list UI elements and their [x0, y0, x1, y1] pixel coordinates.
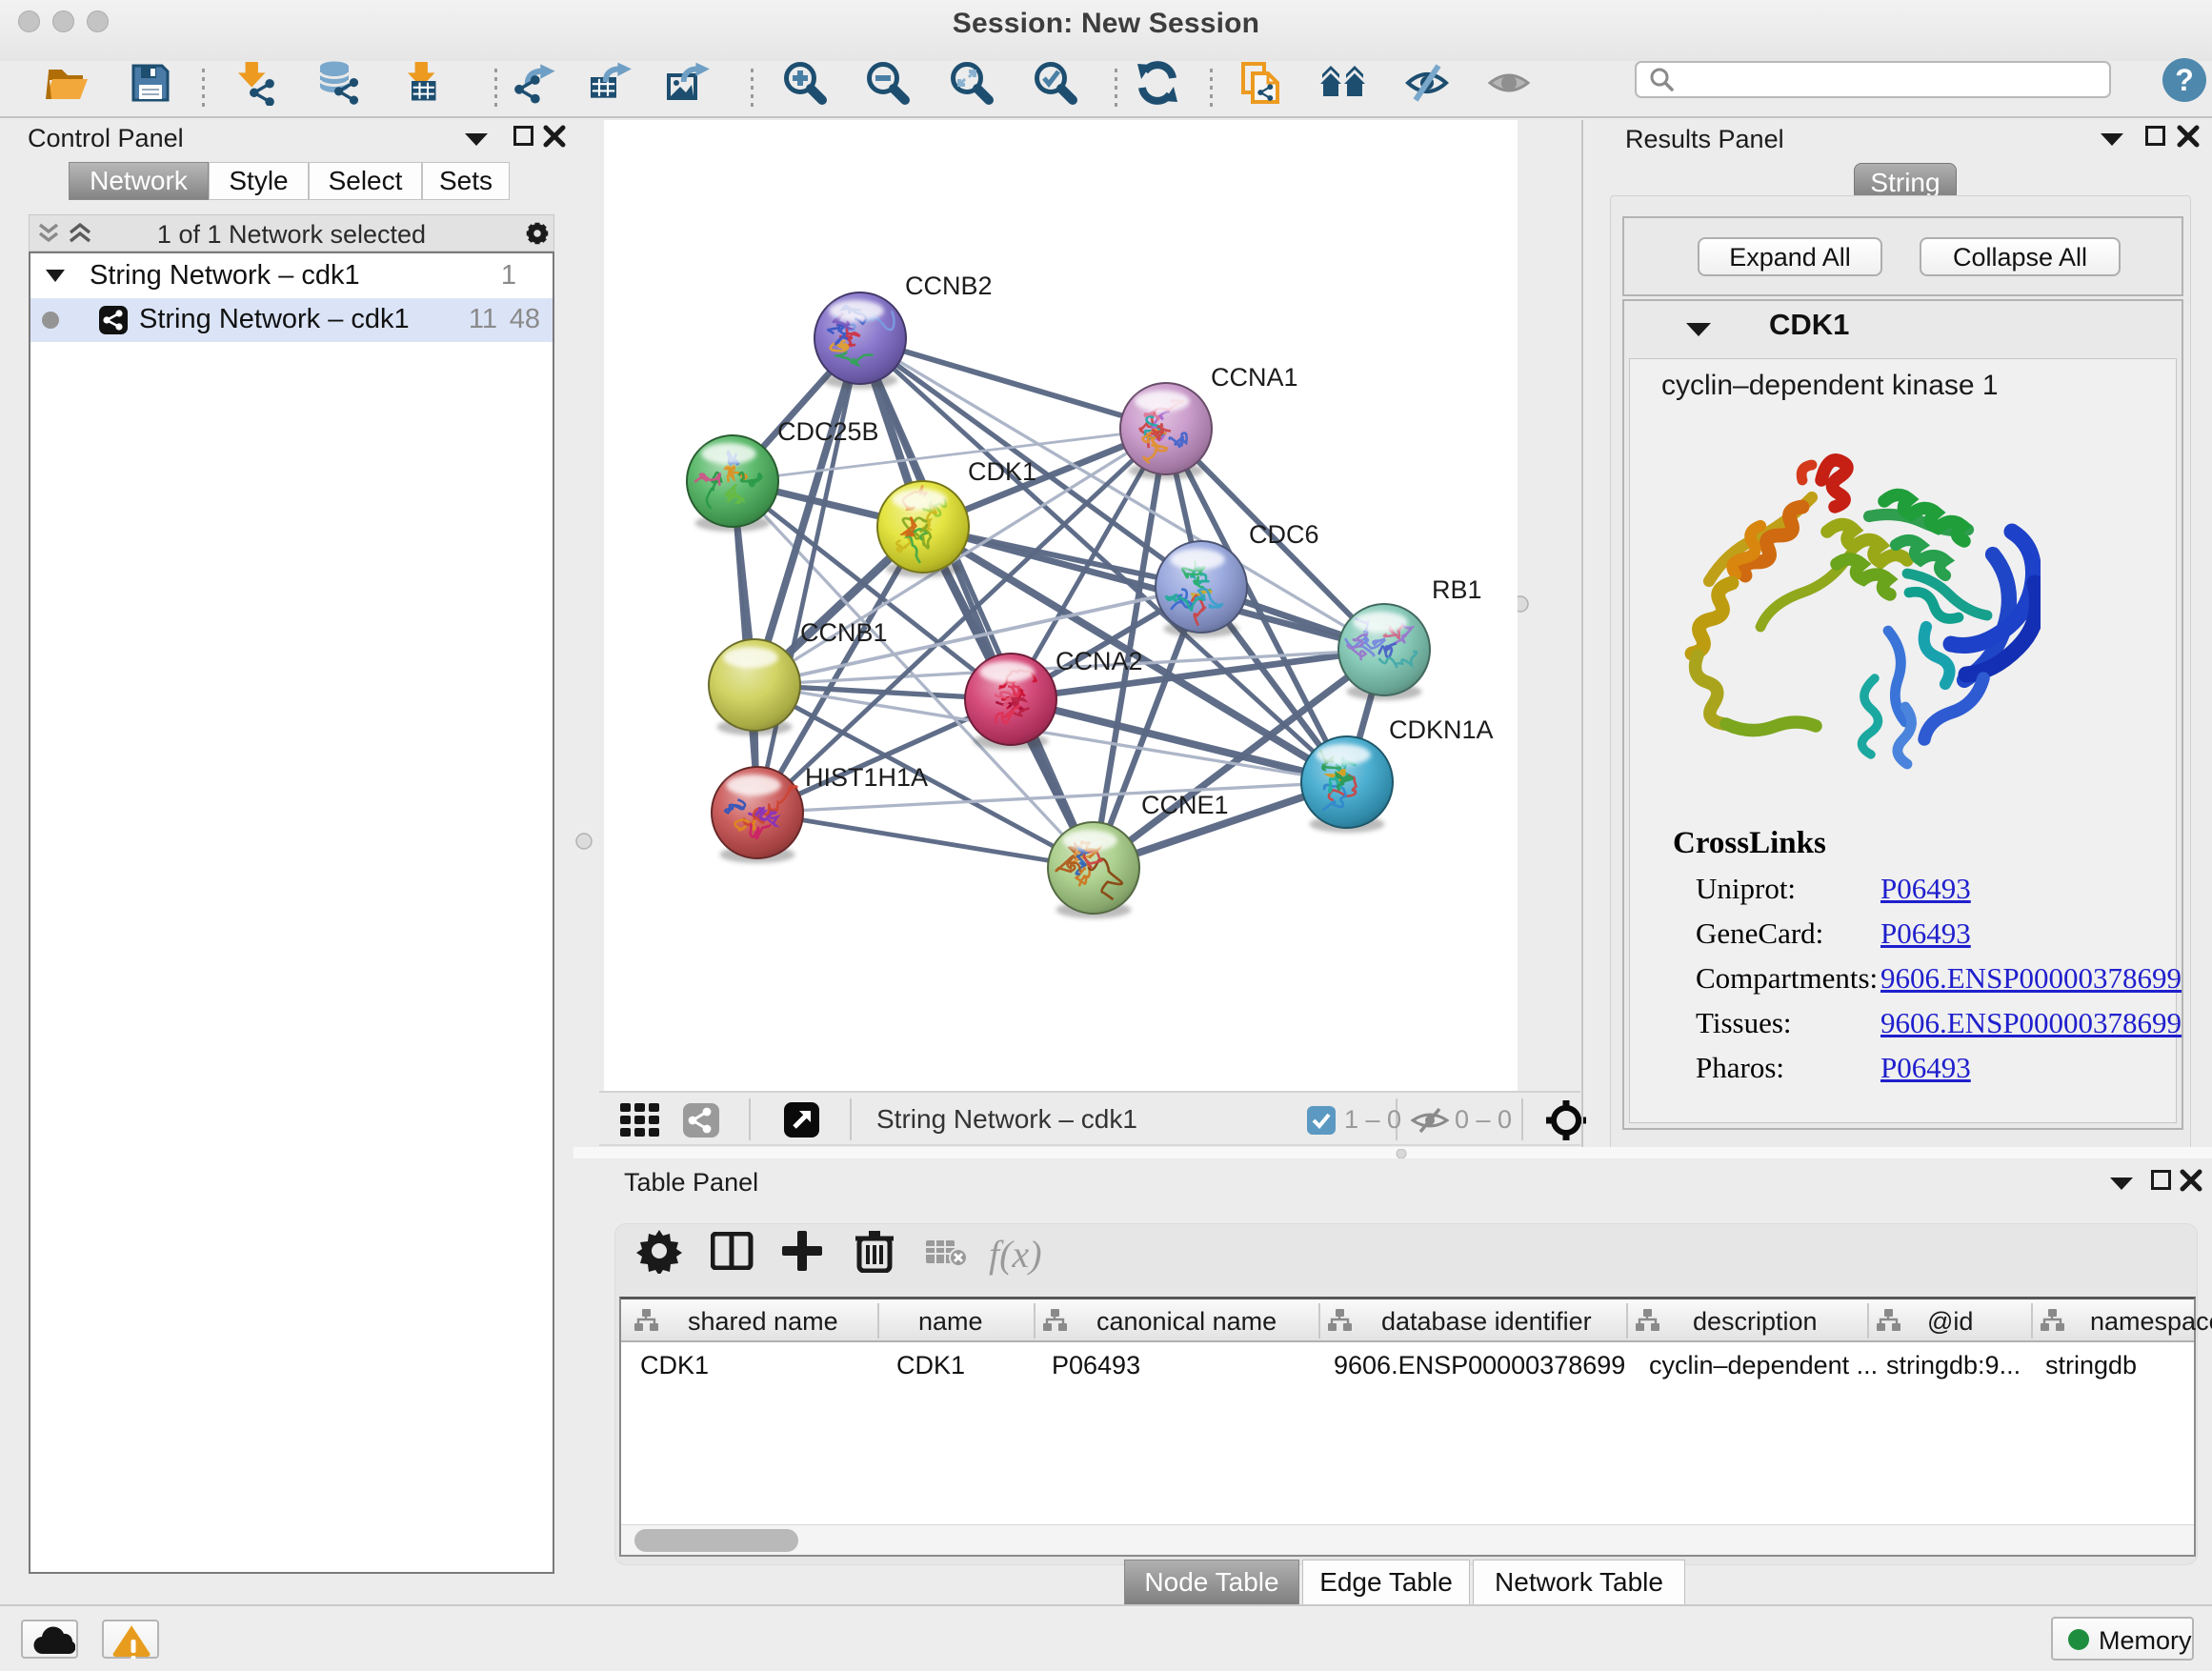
svg-text:CDKN1A: CDKN1A — [1389, 715, 1494, 744]
svg-text:CDC25B: CDC25B — [777, 417, 879, 446]
svg-text:CCNA1: CCNA1 — [1211, 363, 1298, 392]
svg-text:CDC6: CDC6 — [1249, 520, 1319, 549]
svg-text:CDK1: CDK1 — [968, 457, 1036, 486]
svg-text:HIST1H1A: HIST1H1A — [805, 763, 928, 792]
svg-text:?: ? — [2175, 63, 2194, 97]
svg-text:RB1: RB1 — [1432, 575, 1482, 604]
svg-text:CCNB2: CCNB2 — [905, 272, 993, 300]
svg-text:CCNB1: CCNB1 — [800, 618, 888, 647]
svg-text:CCNE1: CCNE1 — [1141, 791, 1229, 819]
svg-text:CCNA2: CCNA2 — [1056, 647, 1143, 675]
